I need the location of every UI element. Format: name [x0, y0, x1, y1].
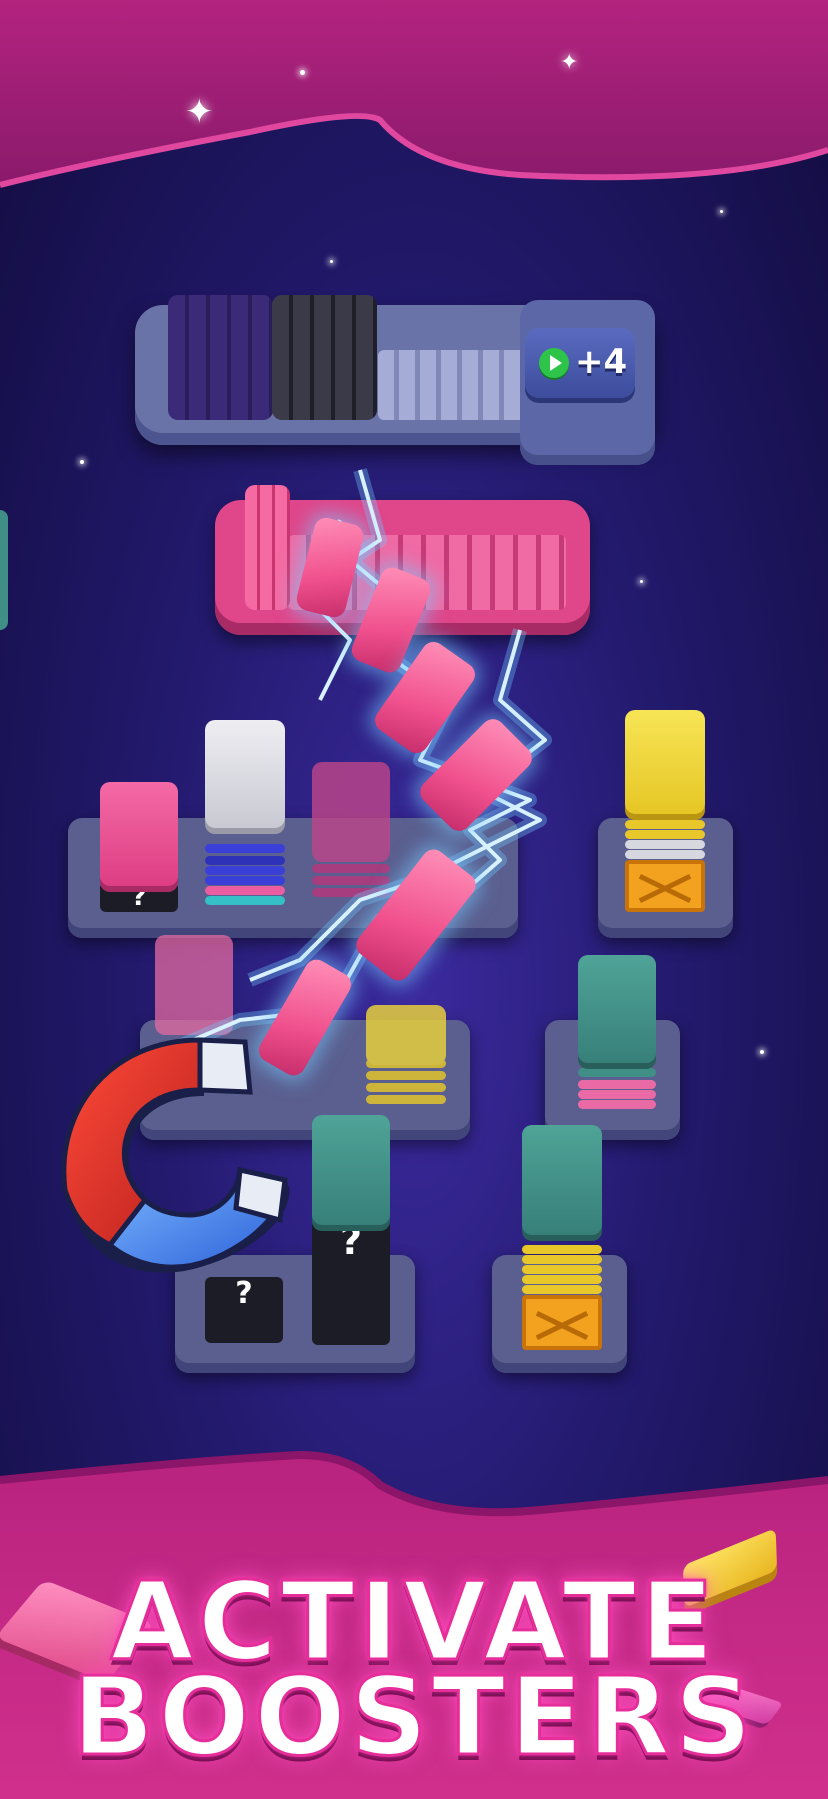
pink-layer [578, 1090, 656, 1099]
blue-layer [205, 844, 285, 853]
yellow-layer [366, 1095, 446, 1104]
tile-stack[interactable] [522, 1125, 602, 1350]
magnet-icon[interactable] [50, 1020, 300, 1290]
tile-stack[interactable]: ? [312, 1115, 390, 1345]
pink-tray-tiles [245, 485, 290, 610]
magenta-layer [312, 864, 390, 873]
teal-tile [522, 1125, 602, 1235]
yellow-layer [625, 830, 705, 839]
add-slots-label: +4 [575, 342, 628, 382]
add-slots-button[interactable]: +4 [525, 328, 635, 398]
tile-stack[interactable] [625, 710, 705, 915]
crate-block [625, 860, 705, 912]
magenta-layer [312, 876, 390, 885]
white-layer [625, 850, 705, 859]
star [80, 460, 84, 464]
yellow-layer [522, 1245, 602, 1254]
yellow-tile [366, 1005, 446, 1065]
tile-stack[interactable] [312, 762, 390, 902]
pink-layer [578, 1080, 656, 1089]
tile-stack[interactable] [578, 955, 656, 1115]
tile-stack[interactable] [205, 720, 285, 910]
collected-purple-tiles [168, 295, 273, 420]
yellow-layer [522, 1265, 602, 1274]
blue-layer [205, 866, 285, 875]
star [300, 70, 305, 75]
mystery-tile: ? [100, 882, 178, 912]
teal-tile [578, 955, 656, 1063]
tile-stack[interactable] [366, 985, 446, 1110]
pink-layer [578, 1100, 656, 1109]
white-layer [625, 840, 705, 849]
magenta-tile [312, 762, 390, 862]
empty-slots [378, 350, 528, 420]
sparkle-icon: ✦ [560, 50, 579, 75]
play-icon [539, 348, 569, 378]
pink-layer [205, 886, 285, 895]
banner-title-line2: BOOSTERS [70, 1654, 757, 1782]
pink-tile [100, 782, 178, 886]
collected-black-tiles [272, 295, 377, 420]
yellow-layer [522, 1285, 602, 1294]
blue-layer [205, 856, 285, 865]
star [640, 580, 643, 583]
yellow-layer [366, 1083, 446, 1092]
mystery-tile: ? [312, 1220, 390, 1345]
teal-layer [578, 1068, 656, 1077]
top-banner [0, 0, 828, 188]
teal-tile [312, 1115, 390, 1225]
magenta-layer [312, 888, 390, 897]
yellow-tile [625, 710, 705, 814]
offscreen-tray-edge [0, 510, 8, 630]
star [720, 210, 723, 213]
teal-layer [205, 896, 285, 905]
star [330, 260, 333, 263]
yellow-layer [366, 1071, 446, 1080]
sparkle-icon: ✦ [185, 92, 214, 132]
blue-layer [205, 876, 285, 885]
yellow-layer [522, 1255, 602, 1264]
yellow-layer [625, 820, 705, 829]
tile-stack[interactable]: ? [100, 782, 178, 912]
crate-block [522, 1295, 602, 1350]
star [760, 1050, 764, 1054]
yellow-layer [522, 1275, 602, 1284]
white-tile [205, 720, 285, 828]
